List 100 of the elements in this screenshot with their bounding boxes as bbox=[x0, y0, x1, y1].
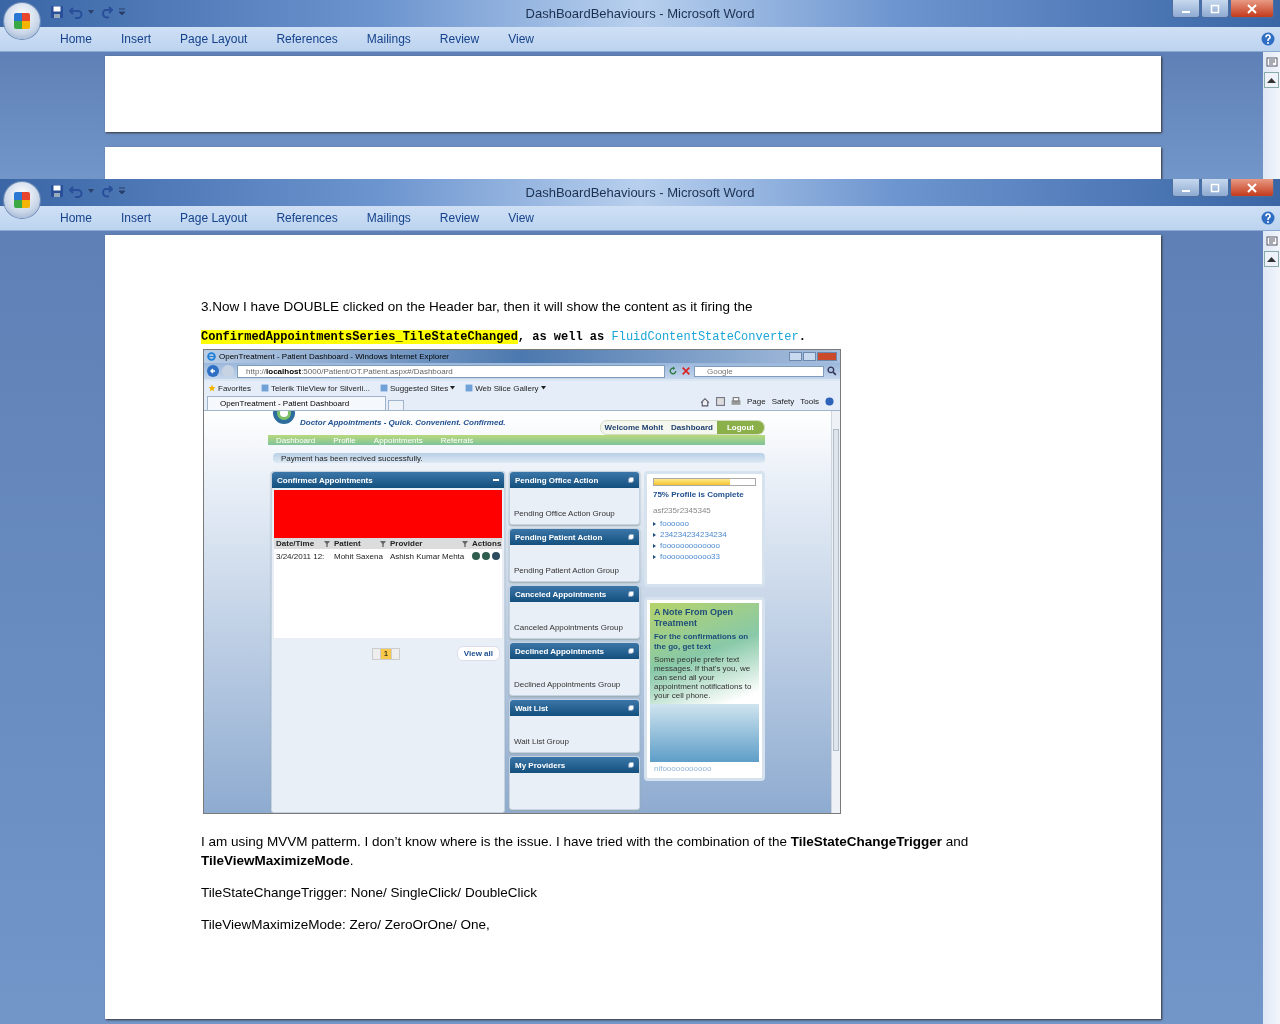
ribbon-tab[interactable]: Insert bbox=[121, 211, 152, 225]
browser-logo-icon bbox=[207, 352, 216, 361]
restore-icon[interactable] bbox=[627, 705, 634, 711]
group-label: Pending Patient Action Group bbox=[514, 566, 619, 575]
restore-icon[interactable] bbox=[627, 591, 634, 597]
list-link[interactable]: fooooooooooo33 bbox=[659, 552, 720, 561]
command-menu[interactable]: Page bbox=[746, 397, 766, 406]
bullet-icon bbox=[652, 532, 656, 537]
tile-header[interactable]: Wait List bbox=[510, 700, 639, 716]
page-number[interactable]: 1 bbox=[381, 648, 391, 659]
stop-icon[interactable] bbox=[681, 366, 691, 376]
search-icon[interactable] bbox=[827, 366, 837, 376]
help-icon[interactable] bbox=[1261, 32, 1275, 46]
list-link[interactable]: fooooooooooooo bbox=[659, 541, 720, 550]
column-header[interactable]: Provider bbox=[390, 539, 423, 548]
ribbon-tab[interactable]: Mailings bbox=[366, 211, 411, 225]
user-link[interactable]: Dashboard bbox=[667, 423, 717, 432]
browser-tab[interactable]: OpenTreatment - Patient Dashboard bbox=[207, 396, 386, 410]
ribbon-tab[interactable]: Home bbox=[60, 32, 92, 46]
maximize-button[interactable] bbox=[803, 352, 816, 361]
command-menu[interactable]: Safety bbox=[771, 397, 795, 406]
close-button[interactable] bbox=[1230, 179, 1274, 197]
favorites-item[interactable]: Suggested Sites bbox=[389, 383, 449, 393]
customize-caret-icon[interactable] bbox=[118, 8, 126, 16]
tile-header[interactable]: Pending Patient Action bbox=[510, 529, 639, 545]
ribbon-tab[interactable]: Mailings bbox=[366, 32, 411, 46]
tile-header[interactable]: Declined Appointments bbox=[510, 643, 639, 659]
minimize-button[interactable] bbox=[1172, 179, 1200, 197]
column-header[interactable]: Patient bbox=[334, 539, 361, 548]
help-icon[interactable] bbox=[825, 397, 834, 406]
filter-icon[interactable] bbox=[462, 540, 468, 547]
filter-icon[interactable] bbox=[324, 540, 330, 547]
ribbon-tab[interactable]: Review bbox=[439, 32, 480, 46]
save-icon[interactable] bbox=[50, 184, 64, 198]
customize-caret-icon[interactable] bbox=[118, 187, 126, 195]
list-link[interactable]: 234234234234234 bbox=[659, 530, 727, 539]
maximize-button[interactable] bbox=[1201, 179, 1229, 197]
tile-header[interactable]: My Providers bbox=[510, 757, 639, 773]
office-button[interactable] bbox=[4, 3, 40, 39]
search-field[interactable]: Google bbox=[694, 365, 824, 377]
restore-icon[interactable] bbox=[627, 477, 634, 483]
favorites-item[interactable]: Telerik TileView for Silverli... bbox=[270, 383, 370, 393]
maximize-button[interactable] bbox=[1201, 0, 1229, 18]
close-button[interactable] bbox=[1230, 0, 1274, 18]
paragraph: I am using MVVM patterm. I don’t know where is the issue. I have tried with the combination of the TileStateChangeTrigger and TileViewMaximizeMode. bbox=[201, 833, 970, 870]
paragraph: 3.Now I have DOUBLE clicked on the Header bar, then it will show the content as it firing the bbox=[201, 298, 754, 316]
note-subtitle: For the confirmations on the go, get text bbox=[653, 632, 750, 652]
office-button[interactable] bbox=[4, 182, 40, 218]
group-label: Pending Office Action Group bbox=[514, 509, 615, 518]
restore-icon[interactable] bbox=[627, 648, 634, 654]
command-menu[interactable]: Tools bbox=[800, 397, 819, 406]
ruler-toggle-icon[interactable] bbox=[1265, 235, 1278, 247]
ribbon-tab[interactable]: Home bbox=[60, 211, 92, 225]
vertical-scrollbar[interactable] bbox=[1263, 52, 1280, 179]
refresh-icon[interactable] bbox=[668, 366, 678, 376]
ribbon-tab[interactable]: View bbox=[508, 32, 534, 46]
minimize-button[interactable] bbox=[1172, 0, 1200, 18]
table-cell-text: Mohit Saxena bbox=[333, 551, 384, 561]
print-icon[interactable] bbox=[730, 397, 741, 406]
minimize-icon[interactable] bbox=[493, 478, 499, 482]
ruler-toggle-icon[interactable] bbox=[1265, 56, 1278, 68]
scroll-up-button[interactable] bbox=[1264, 251, 1279, 267]
minimize-button[interactable] bbox=[789, 352, 802, 361]
code-reference: FluidContentStateConverter bbox=[611, 330, 799, 344]
ribbon-tab[interactable]: Page Layout bbox=[180, 32, 248, 46]
ribbon-tab[interactable]: References bbox=[276, 211, 338, 225]
scroll-up-button[interactable] bbox=[1264, 72, 1279, 88]
list-link[interactable]: foooooo bbox=[659, 519, 689, 528]
home-icon[interactable] bbox=[699, 396, 710, 407]
filter-icon[interactable] bbox=[380, 540, 386, 547]
view-all-button[interactable]: View all bbox=[456, 646, 500, 661]
save-icon[interactable] bbox=[50, 5, 64, 19]
restore-icon[interactable] bbox=[627, 534, 634, 540]
address-field[interactable]: http://localhost:5000/Patient/OT.Patient.aspx#/Dashboard bbox=[237, 364, 665, 378]
vertical-scrollbar[interactable] bbox=[1263, 231, 1280, 1024]
favorites-item[interactable]: Web Slice Gallery bbox=[475, 383, 539, 393]
back-button[interactable] bbox=[207, 365, 219, 377]
favorites-item[interactable]: Favorites bbox=[218, 383, 251, 393]
page-icon bbox=[260, 384, 269, 392]
caret-icon[interactable] bbox=[450, 386, 456, 390]
ribbon-tab[interactable]: View bbox=[508, 211, 534, 225]
bullet-icon bbox=[652, 554, 656, 559]
ribbon-tab[interactable]: Insert bbox=[121, 32, 152, 46]
tile-header[interactable]: Canceled Appointments bbox=[510, 586, 639, 602]
vertical-scrollbar[interactable] bbox=[831, 411, 840, 813]
column-header[interactable]: Actions bbox=[472, 539, 502, 548]
tile-header[interactable]: Pending Office Action bbox=[510, 472, 639, 488]
tile-title: Confirmed Appointments bbox=[277, 475, 373, 485]
user-link[interactable]: Welcome Mohit bbox=[600, 423, 668, 432]
column-header[interactable]: Date/Time bbox=[276, 539, 315, 548]
ribbon-tab[interactable]: References bbox=[276, 32, 338, 46]
help-icon[interactable] bbox=[1261, 211, 1275, 225]
maximize-icon bbox=[1210, 3, 1220, 14]
caret-icon[interactable] bbox=[540, 386, 546, 390]
tile-header[interactable]: Confirmed Appointments bbox=[272, 472, 504, 488]
ribbon-tab[interactable]: Review bbox=[439, 211, 480, 225]
feed-icon[interactable] bbox=[715, 397, 725, 406]
ribbon-tab[interactable]: Page Layout bbox=[180, 211, 248, 225]
profile-code: asf235r2345345 bbox=[652, 506, 712, 515]
restore-icon[interactable] bbox=[627, 762, 634, 768]
